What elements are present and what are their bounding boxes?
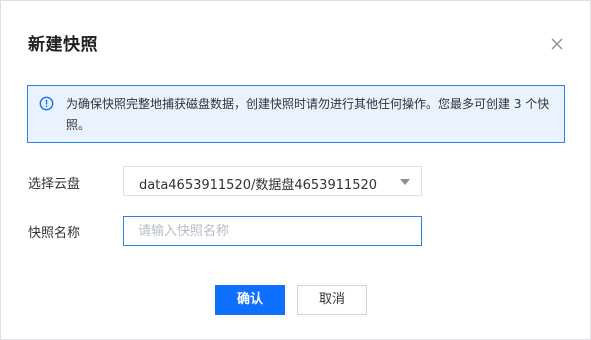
disk-label: 选择云盘 bbox=[28, 177, 81, 192]
info-icon bbox=[39, 96, 54, 111]
caret-down-icon bbox=[400, 179, 410, 185]
confirm-button[interactable]: 确认 bbox=[215, 285, 285, 315]
snapshot-name-label: 快照名称 bbox=[28, 226, 81, 241]
disk-select-value: data4653911520/数据盘4653911520 bbox=[139, 178, 378, 193]
create-snapshot-dialog: 新建快照 为确保快照完整地捕获磁盘数据，创建快照时请勿进行其他任何操作。您最多可… bbox=[0, 0, 591, 340]
cancel-button[interactable]: 取消 bbox=[297, 285, 367, 315]
dialog-title: 新建快照 bbox=[28, 35, 98, 55]
snapshot-name-input[interactable] bbox=[123, 216, 422, 246]
notice-banner: 为确保快照完整地捕获磁盘数据，创建快照时请勿进行其他任何操作。您最多可创建 3 … bbox=[27, 85, 565, 143]
notice-text: 为确保快照完整地捕获磁盘数据，创建快照时请勿进行其他任何操作。您最多可创建 3 … bbox=[66, 97, 550, 132]
close-icon[interactable] bbox=[549, 36, 565, 52]
disk-select[interactable]: data4653911520/数据盘4653911520 bbox=[123, 166, 422, 196]
